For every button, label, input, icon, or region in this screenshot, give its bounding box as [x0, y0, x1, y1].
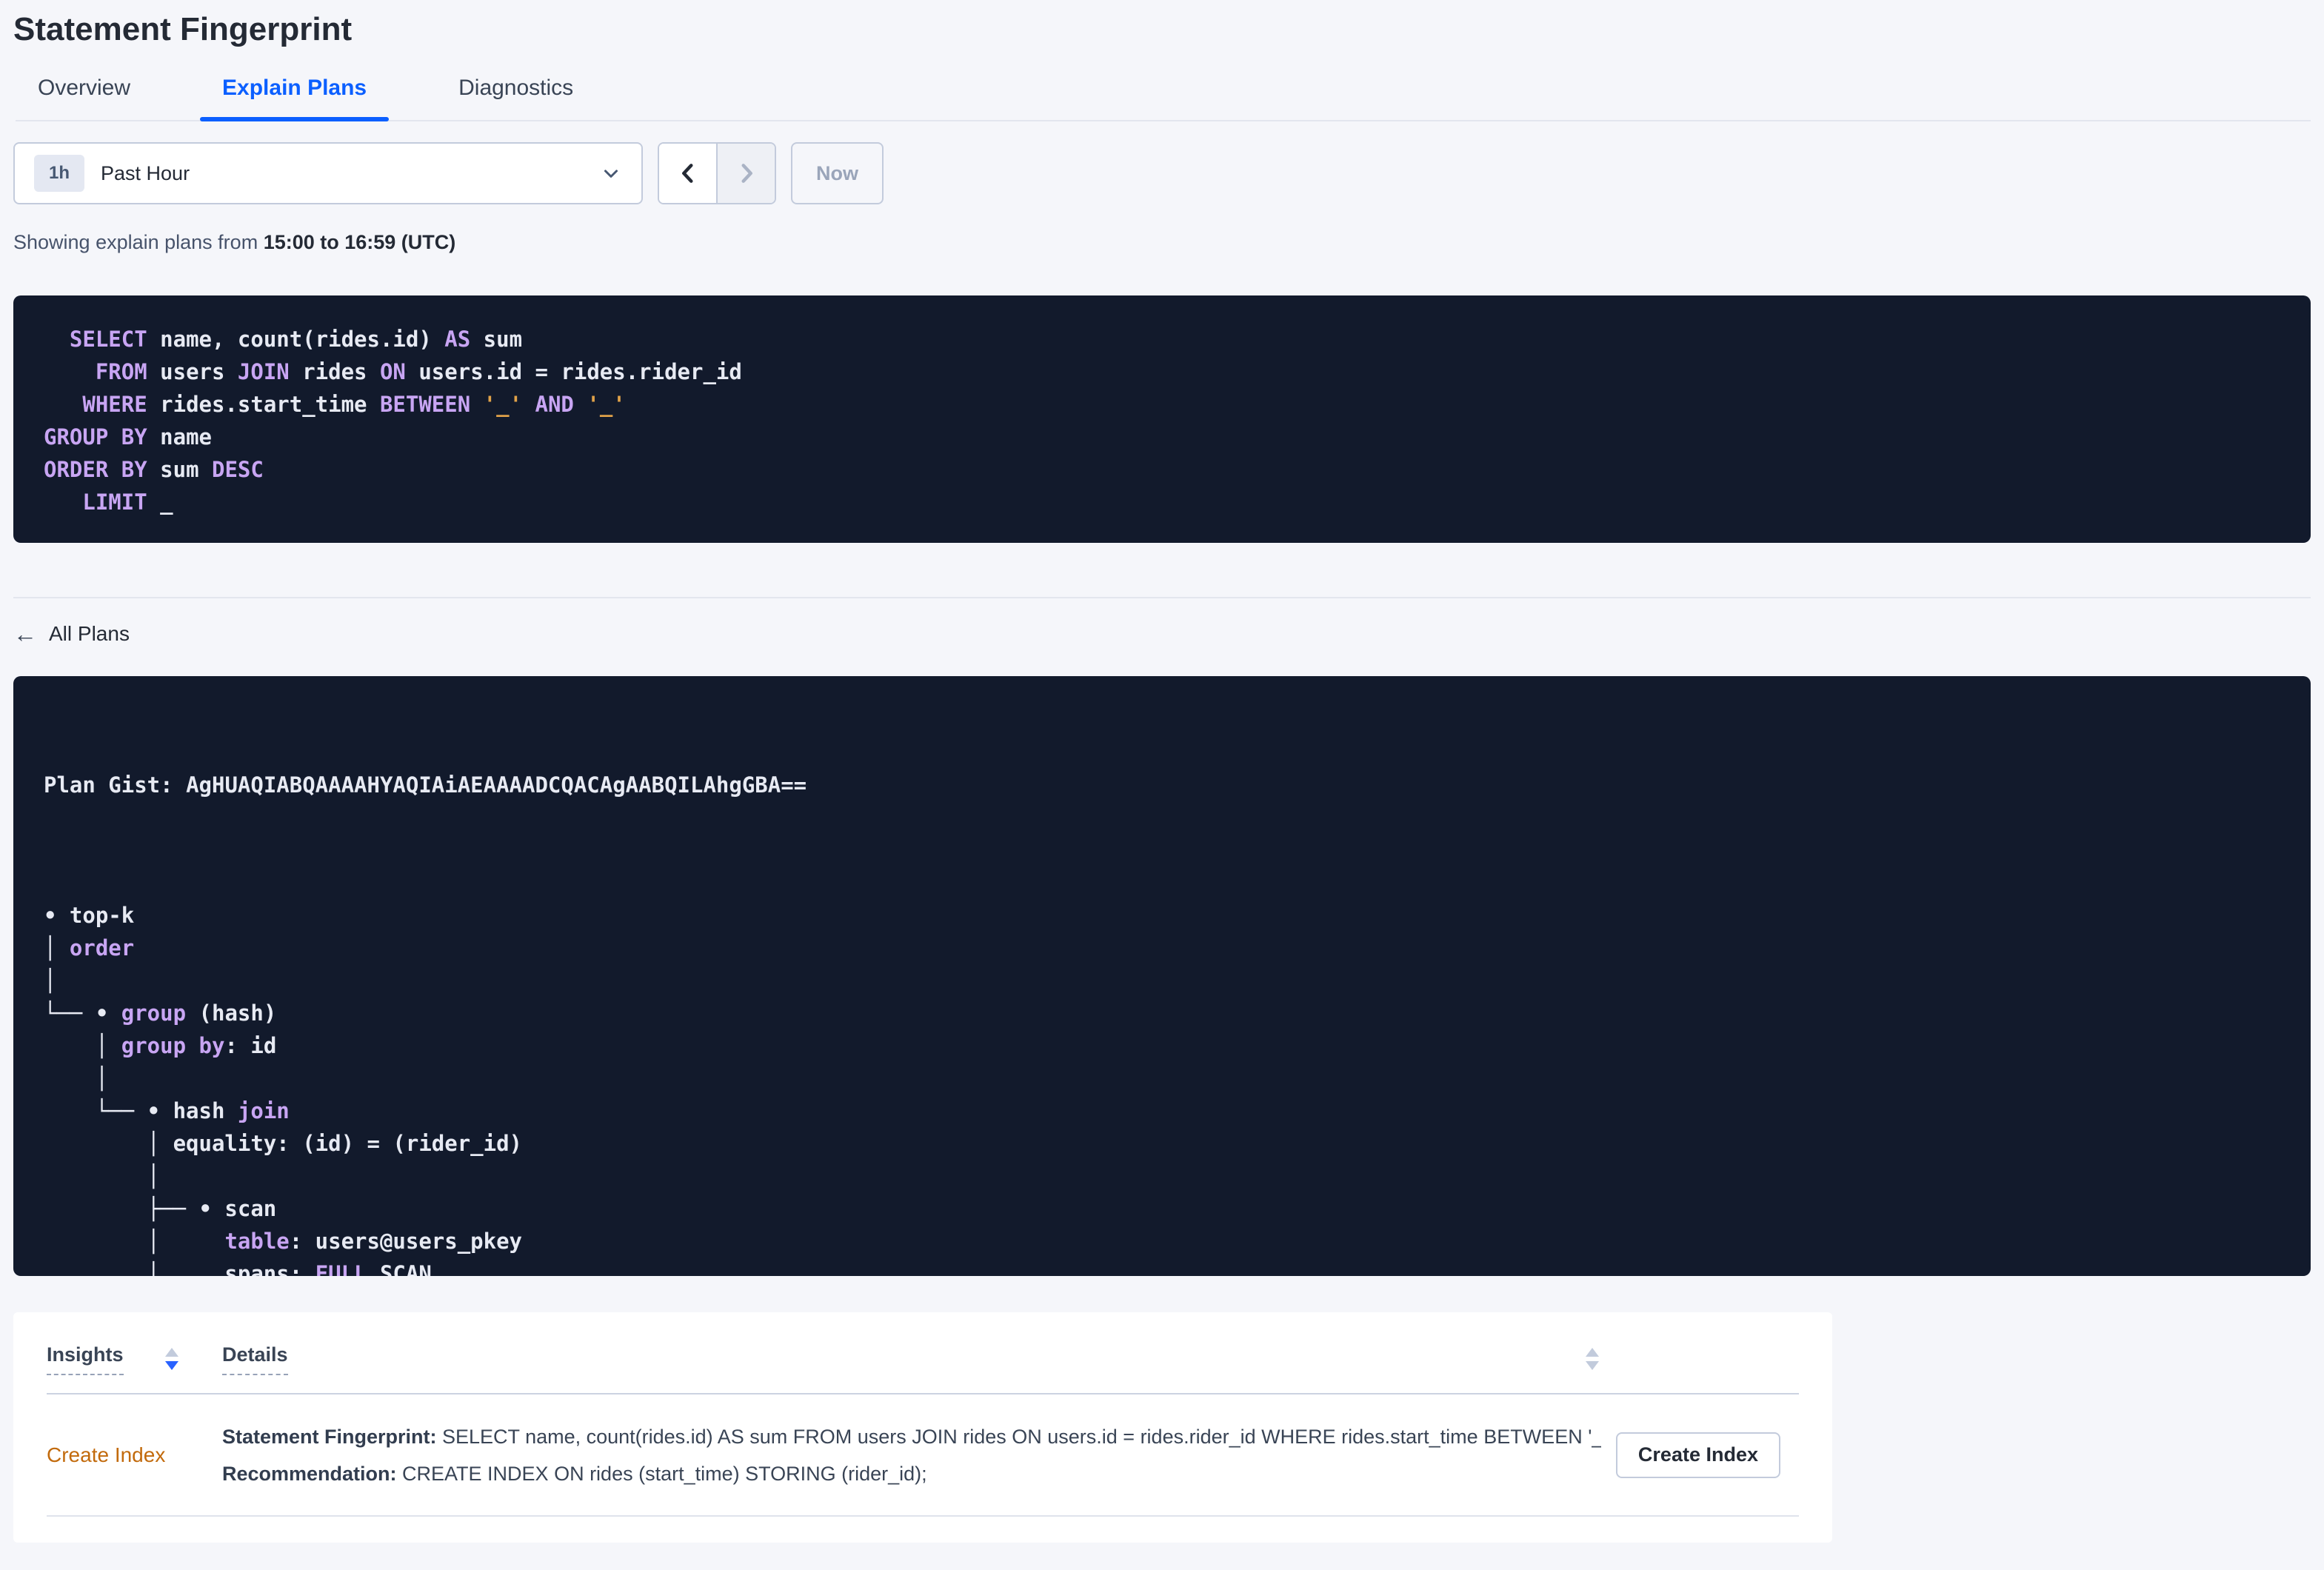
insights-card: Insights Details Create Index Statement … [13, 1312, 1832, 1543]
sort-icon-insights[interactable] [164, 1348, 178, 1370]
tab-explain-plans-label: Explain Plans [222, 76, 367, 100]
page-title: Statement Fingerprint [13, 11, 353, 47]
fingerprint-line: Statement Fingerprint: SELECT name, coun… [222, 1424, 1601, 1449]
recommendation-line: Recommendation: CREATE INDEX ON rides (s… [222, 1461, 1601, 1486]
time-controls: 1h Past Hour Now [13, 142, 2311, 204]
column-header-details: Details [222, 1343, 1599, 1375]
fingerprint-label: Statement Fingerprint: [222, 1425, 437, 1448]
sql-statement-box: SELECT name, count(rides.id) AS sum FROM… [13, 295, 2311, 543]
time-range-label: Past Hour [101, 161, 190, 184]
plan-gist-line: Plan Gist: AgHUAQIABQAAAAHYAQIAiAEAAAADC… [44, 769, 2288, 801]
prev-time-button[interactable] [659, 144, 716, 203]
create-index-button[interactable]: Create Index [1615, 1432, 1780, 1478]
sort-down-triangle [1586, 1361, 1599, 1370]
chevron-right-icon [734, 161, 759, 186]
next-time-button[interactable] [716, 144, 775, 203]
details-sort-header[interactable]: Details [222, 1343, 288, 1375]
now-button[interactable]: Now [791, 142, 884, 204]
insights-table-header: Insights Details [47, 1343, 1799, 1394]
time-range-text: 15:00 to 16:59 (UTC) [263, 231, 456, 253]
insights-sort-header[interactable]: Insights [47, 1343, 124, 1375]
sort-up-triangle [1586, 1348, 1599, 1357]
time-range-select[interactable]: 1h Past Hour [13, 142, 643, 204]
sort-down-triangle [164, 1361, 178, 1370]
fingerprint-text: SELECT name, count(rides.id) AS sum FROM… [436, 1425, 1601, 1448]
tab-overview-label: Overview [38, 76, 131, 100]
all-plans-label: All Plans [49, 622, 130, 645]
sort-icon-details[interactable] [1586, 1348, 1599, 1370]
plan-gist-prefix: Plan Gist: [44, 772, 187, 798]
showing-text: Showing explain plans from 15:00 to 16:5… [13, 231, 2311, 254]
recommendation-text: CREATE INDEX ON rides (start_time) STORI… [396, 1462, 927, 1485]
tab-diagnostics-label: Diagnostics [458, 76, 574, 100]
chevron-left-icon [675, 161, 701, 186]
tab-overview[interactable]: Overview [16, 75, 153, 120]
tab-explain-plans[interactable]: Explain Plans [200, 75, 390, 121]
plan-tree: • top-k │ order │ └── • group (hash) │ grou… [44, 903, 523, 1276]
plan-gist-value: AgHUAQIABQAAAAHYAQIAiAEAAAADCQACAgAABQIL… [186, 772, 807, 798]
recommendation-label: Recommendation: [222, 1462, 397, 1485]
back-arrow-icon: ← [13, 621, 37, 647]
time-range-badge: 1h [34, 155, 85, 192]
table-row: Create Index Statement Fingerprint: SELE… [47, 1394, 1799, 1517]
showing-prefix: Showing explain plans from [13, 231, 264, 253]
create-index-link[interactable]: Create Index [47, 1443, 222, 1467]
plan-gist-box: Plan Gist: AgHUAQIABQAAAAHYAQIAiAEAAAADC… [13, 676, 2311, 1276]
chevron-down-icon [600, 162, 622, 184]
tab-bar: Overview Explain Plans Diagnostics [16, 75, 2311, 121]
section-divider [13, 597, 2311, 598]
details-cell: Statement Fingerprint: SELECT name, coun… [222, 1424, 1601, 1486]
sort-up-triangle [164, 1348, 178, 1357]
tab-diagnostics[interactable]: Diagnostics [436, 75, 595, 120]
column-header-insights: Insights [47, 1343, 222, 1375]
all-plans-link[interactable]: ← All Plans [13, 622, 130, 646]
page: Statement Fingerprint Overview Explain P… [0, 10, 2324, 1543]
time-step-group [658, 142, 776, 204]
